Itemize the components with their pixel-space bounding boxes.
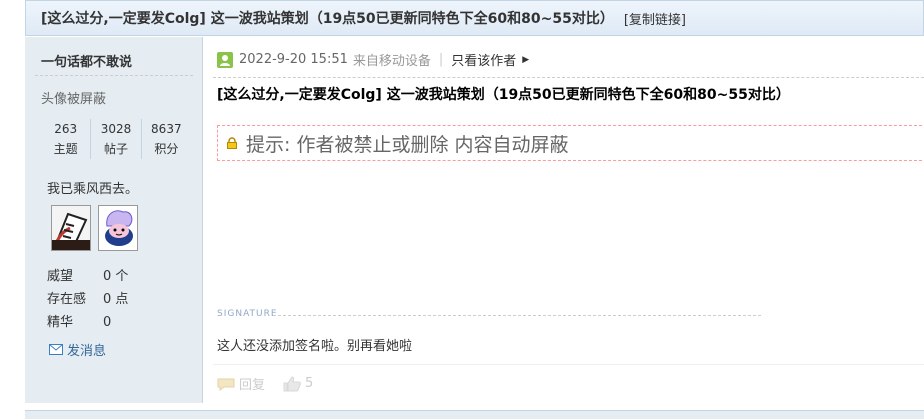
stat-value: 3028	[100, 122, 132, 136]
post-actions: 回复 5	[217, 374, 331, 393]
stat-points[interactable]: 8637 积分	[140, 119, 191, 159]
divider: |	[438, 52, 444, 67]
like-button[interactable]: 5	[283, 375, 314, 392]
reply-label[interactable]: 回复	[239, 374, 265, 393]
prop-key: 存在感	[47, 292, 87, 307]
prop-key: 威望	[47, 269, 74, 284]
user-online-icon	[217, 51, 233, 68]
prop-value: 0 个	[103, 269, 129, 284]
like-count: 5	[305, 376, 314, 391]
send-message-label[interactable]: 发消息	[67, 340, 106, 359]
notice-text: 提示: 作者被禁止或删除 内容自动屏蔽	[246, 133, 569, 156]
lock-icon	[227, 137, 237, 149]
thread-title: [这么过分,一定要发Colg] 这一波我站策划（19点50已更新同特色下全60和…	[41, 11, 614, 27]
divider	[213, 364, 924, 365]
divider	[35, 75, 193, 76]
prop-prestige: 威望 0 个	[47, 265, 128, 284]
signature-label: SIGNATURE	[217, 309, 278, 319]
medal-badge[interactable]	[98, 205, 138, 251]
thread-title-bar: [这么过分,一定要发Colg] 这一波我站策划（19点50已更新同特色下全60和…	[25, 0, 924, 36]
stat-label: 主题	[53, 142, 78, 156]
divider	[273, 315, 761, 316]
chevron-right-icon[interactable]: ▶	[522, 55, 529, 65]
medal-badge[interactable]	[51, 205, 91, 251]
post-body: 2022-9-20 15:51 来自移动设备 | 只看该作者 ▶ [这么过分,一…	[203, 37, 924, 403]
author-name[interactable]: 一句话都不敢说	[41, 51, 132, 70]
send-message-link[interactable]: 发消息	[49, 340, 106, 359]
stat-value: 8637	[151, 122, 182, 136]
prop-value: 0	[103, 315, 112, 330]
author-sidebar: 一句话都不敢说 头像被屏蔽 263 主题 3028 帖子 8637 积分 我已乘…	[25, 37, 203, 403]
post-date: 2022-9-20 15:51	[239, 52, 348, 67]
prop-presence: 存在感 0 点	[47, 288, 128, 307]
medal-character-icon	[99, 206, 137, 250]
only-author-link[interactable]: 只看该作者	[451, 50, 516, 69]
copy-link-text[interactable]: [复制链接]	[624, 13, 686, 28]
prop-key: 精华	[47, 315, 74, 330]
stat-label: 帖子	[103, 142, 128, 156]
blocked-content-notice: 提示: 作者被禁止或删除 内容自动屏蔽	[217, 125, 924, 161]
stat-posts[interactable]: 3028 帖子	[90, 119, 140, 159]
post-device: 来自移动设备	[352, 54, 431, 69]
stat-topics[interactable]: 263 主题	[41, 119, 90, 159]
post-meta: 2022-9-20 15:51 来自移动设备 | 只看该作者 ▶	[217, 50, 529, 69]
divider	[213, 77, 924, 78]
copy-link[interactable]: [复制链接]	[624, 9, 686, 28]
author-stats: 263 主题 3028 帖子 8637 积分	[41, 119, 191, 159]
prop-digest: 精华 0	[47, 311, 111, 330]
thumbs-up-icon	[283, 375, 301, 391]
medal-scroll-icon	[52, 206, 90, 250]
stat-value: 263	[54, 122, 78, 136]
signature-text: 这人还没添加签名啦。别再看她啦	[217, 339, 413, 354]
stat-label: 积分	[154, 142, 179, 156]
envelope-icon	[49, 344, 63, 355]
post-title: [这么过分,一定要发Colg] 这一波我站策划（19点50已更新同特色下全60和…	[217, 87, 790, 103]
prop-value: 0 点	[103, 292, 129, 307]
reply-icon	[217, 378, 235, 391]
avatar-hidden-notice: 头像被屏蔽	[41, 92, 107, 107]
author-motto: 我已乘风西去。	[47, 182, 139, 197]
reply-button[interactable]: 回复	[217, 374, 265, 393]
